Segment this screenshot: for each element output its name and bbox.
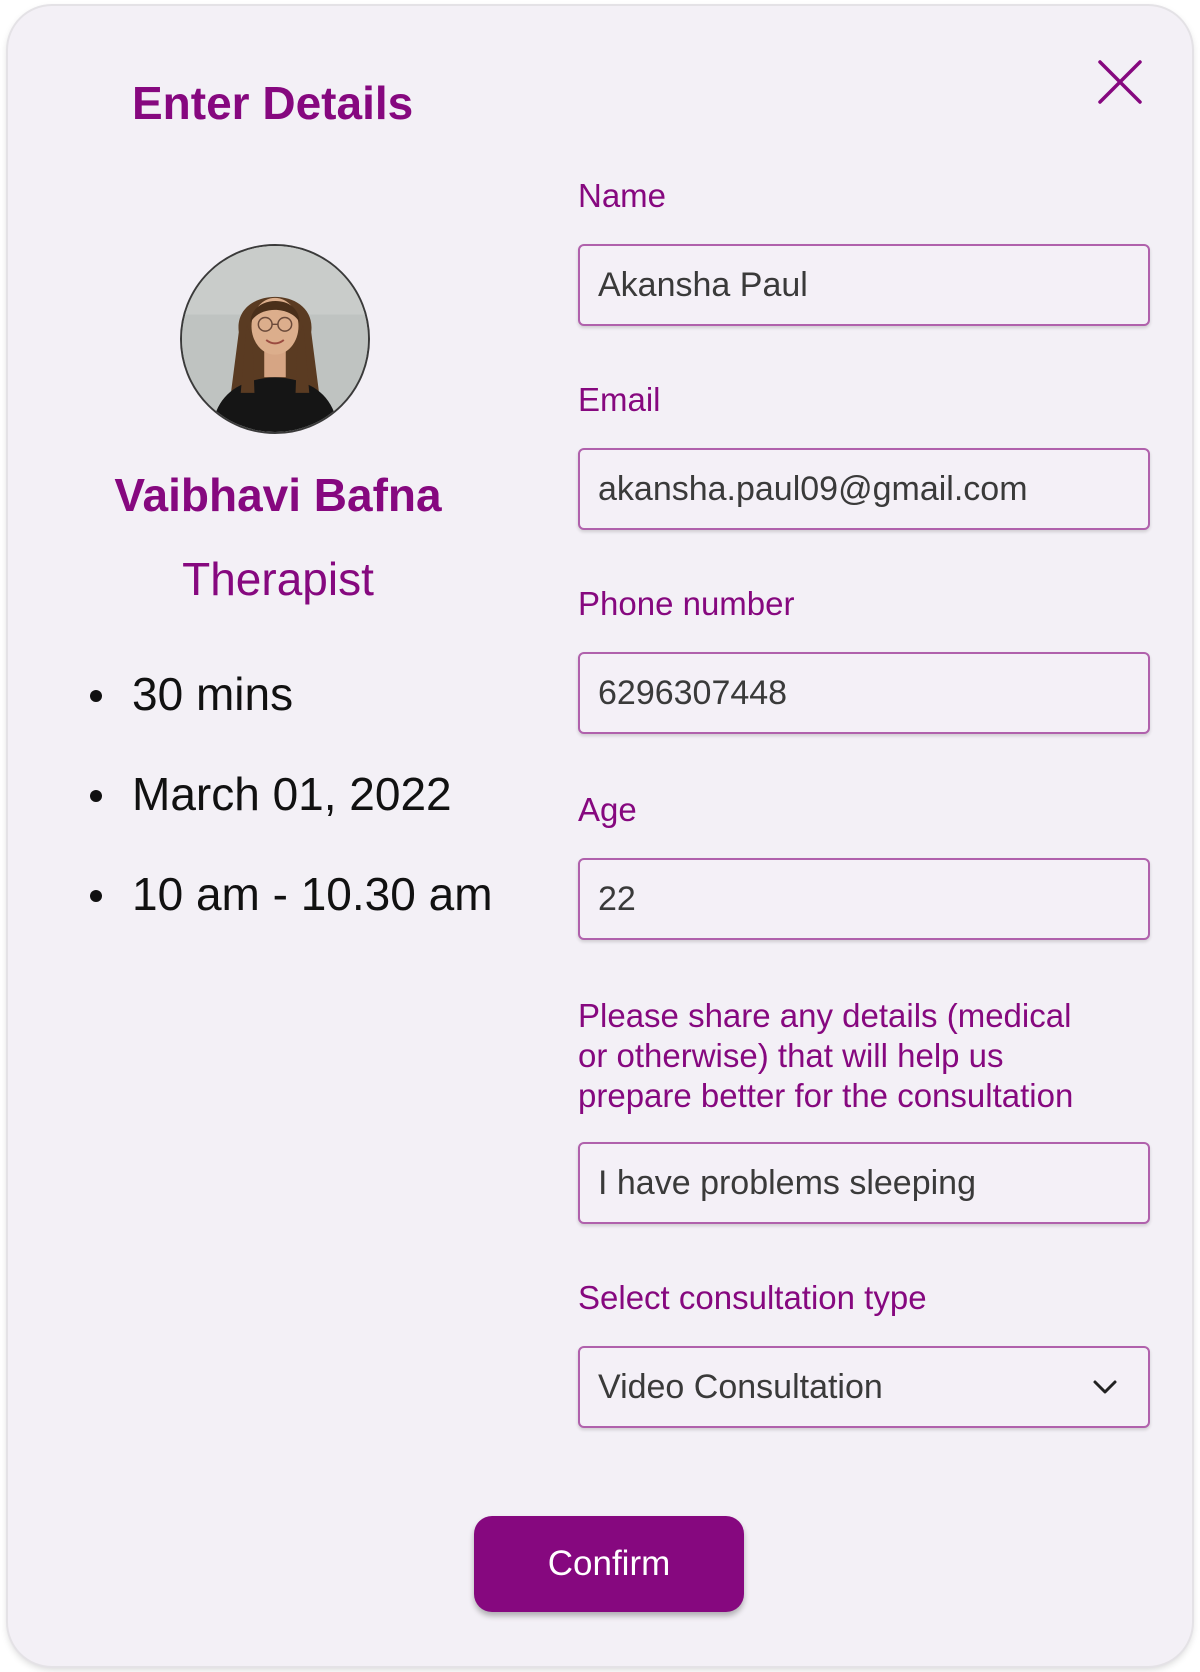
chevron-down-icon: [1093, 1380, 1117, 1394]
close-button[interactable]: [1094, 56, 1146, 108]
age-label: Age: [578, 791, 637, 828]
session-time: 10 am - 10.30 am: [88, 866, 493, 966]
email-input[interactable]: [578, 448, 1150, 530]
enter-details-dialog: Enter Details Vaibhavi Bafna Therapist 3…: [8, 6, 1192, 1666]
therapist-role: Therapist: [182, 553, 374, 605]
dialog-title: Enter Details: [132, 77, 414, 129]
phone-label: Phone number: [578, 585, 795, 622]
session-date: March 01, 2022: [88, 766, 493, 866]
therapist-photo: [182, 246, 368, 432]
name-label: Name: [578, 177, 667, 214]
close-icon: [1098, 60, 1142, 104]
session-duration: 30 mins: [88, 666, 493, 766]
consultation-type-select[interactable]: Video Consultation: [578, 1346, 1150, 1428]
email-label: Email: [578, 381, 661, 418]
therapist-name: Vaibhavi Bafna: [114, 469, 442, 521]
details-label-line-3: prepare better for the consultation: [578, 1077, 1074, 1114]
phone-input[interactable]: [578, 652, 1150, 734]
age-input[interactable]: [578, 858, 1150, 940]
details-label: Please share any details (medical or oth…: [578, 996, 1073, 1116]
details-label-line-2: or otherwise) that will help us: [578, 1037, 1004, 1074]
consultation-type-label: Select consultation type: [578, 1279, 927, 1316]
details-input[interactable]: [578, 1142, 1150, 1224]
session-details-list: 30 mins March 01, 2022 10 am - 10.30 am: [88, 666, 493, 966]
consultation-type-value: Video Consultation: [598, 1367, 883, 1406]
name-input[interactable]: [578, 244, 1150, 326]
therapist-avatar: [180, 244, 370, 434]
confirm-button[interactable]: Confirm: [474, 1516, 744, 1612]
details-label-line-1: Please share any details (medical: [578, 997, 1072, 1034]
